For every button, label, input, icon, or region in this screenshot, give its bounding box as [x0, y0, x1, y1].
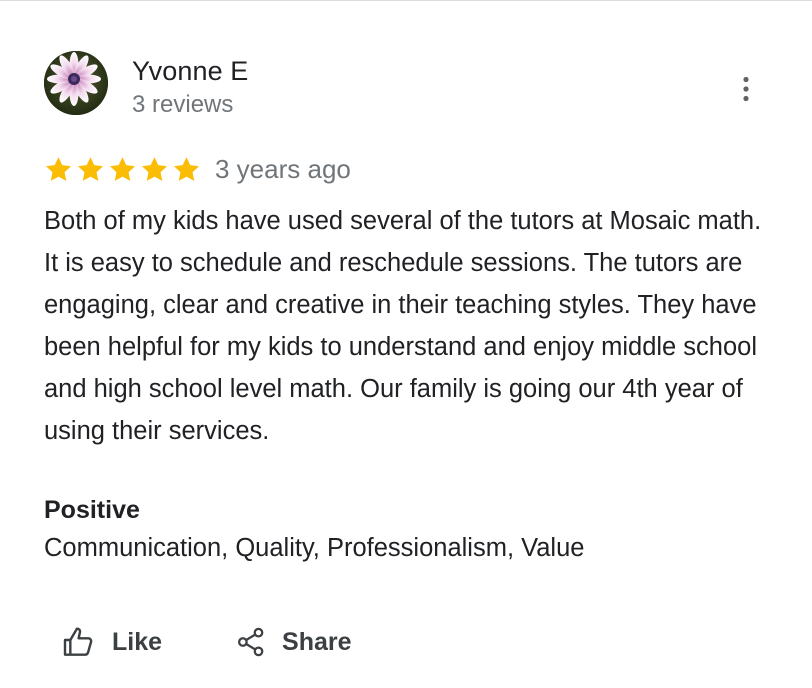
author-name[interactable]: Yvonne E	[132, 55, 248, 87]
like-label: Like	[112, 627, 163, 656]
review-text: Both of my kids have used several of the…	[44, 207, 762, 445]
star-icon	[142, 156, 167, 181]
review-actions: Like Share	[62, 619, 352, 665]
review-card: Yvonne E 3 reviews 3 years ago Both of m…	[0, 0, 812, 688]
star-icon	[46, 156, 71, 181]
share-icon	[238, 627, 264, 657]
review-date: 3 years ago	[215, 154, 351, 184]
like-button[interactable]: Like	[62, 619, 162, 665]
positive-label: Positive	[44, 496, 140, 524]
star-icon	[78, 156, 103, 181]
review-header: Yvonne E 3 reviews	[44, 51, 772, 123]
positive-attributes: Positive Communication, Quality, Profess…	[44, 491, 774, 567]
share-label: Share	[282, 627, 352, 656]
author-block: Yvonne E 3 reviews	[132, 55, 248, 121]
flower-avatar-image	[44, 51, 108, 115]
more-options-button[interactable]	[732, 75, 760, 103]
thumb-up-icon	[63, 627, 93, 656]
rating-row: 3 years ago	[44, 151, 351, 187]
positive-values: Communication, Quality, Professionalism,…	[44, 534, 585, 562]
star-rating	[44, 155, 201, 184]
star-icon	[174, 156, 199, 181]
more-vertical-icon	[743, 76, 749, 102]
star-icon	[110, 156, 135, 181]
share-button[interactable]: Share	[236, 619, 352, 665]
avatar[interactable]	[44, 51, 108, 115]
author-review-count[interactable]: 3 reviews	[132, 89, 248, 121]
